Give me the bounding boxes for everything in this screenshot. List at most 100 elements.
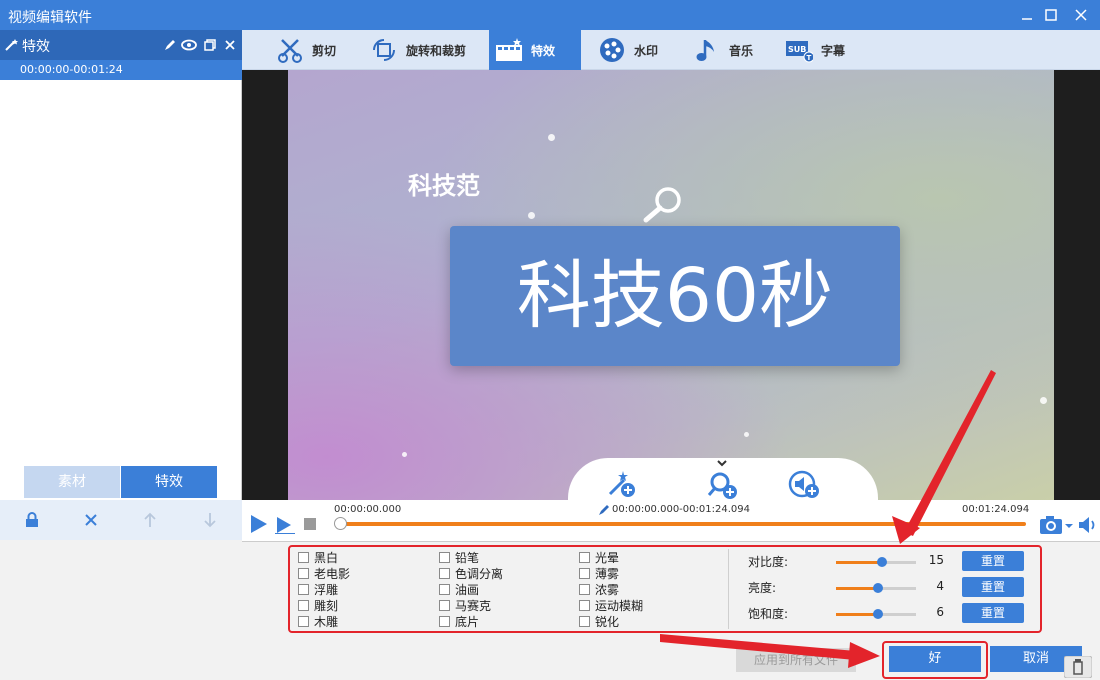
checkbox-box[interactable] [439, 551, 450, 563]
tab-cut[interactable]: 剪切 [270, 30, 342, 70]
effect-checkbox[interactable]: 光晕 [579, 549, 643, 565]
music-note-icon [693, 36, 721, 64]
delete-icon[interactable] [224, 39, 236, 51]
effect-label: 薄雾 [595, 566, 620, 581]
adjustment-slider-knob[interactable] [876, 557, 887, 567]
checkbox-box[interactable] [298, 599, 309, 611]
preview-overlay-tools [568, 458, 878, 500]
sparkle [744, 432, 749, 437]
add-effect-wand-icon[interactable] [606, 468, 638, 500]
effect-checkbox[interactable]: 黑白 [298, 549, 350, 565]
checkbox-box[interactable] [579, 599, 590, 611]
edit-icon[interactable] [164, 39, 176, 51]
effects-divider [728, 549, 729, 629]
tab-rotate-crop-label: 旋转和裁剪 [406, 43, 467, 58]
effect-label: 油画 [455, 582, 480, 597]
effect-label: 光晕 [595, 550, 620, 565]
effect-checkbox[interactable]: 薄雾 [579, 565, 643, 581]
effect-checkbox[interactable]: 油画 [439, 581, 503, 597]
checkbox-box[interactable] [579, 567, 590, 579]
tab-effects[interactable]: 特效 [121, 466, 217, 498]
effect-checkbox[interactable]: 锐化 [579, 613, 643, 629]
checkbox-box[interactable] [298, 551, 309, 563]
effect-label: 铅笔 [455, 550, 480, 565]
move-up-icon[interactable] [143, 512, 157, 528]
effect-label: 底片 [455, 614, 480, 629]
tab-subtitle[interactable]: SUB T 字幕 [779, 30, 851, 70]
snapshot-camera-icon[interactable] [1039, 515, 1073, 535]
timeline-playhead[interactable] [334, 517, 347, 530]
tab-material[interactable]: 素材 [24, 466, 120, 498]
effect-checkbox[interactable]: 马赛克 [439, 597, 503, 613]
subtitle-icon: SUB T [785, 36, 813, 64]
effects-column-1: 黑白 老电影 浮雕 雕刻 木雕 [298, 549, 350, 629]
tab-music[interactable]: 音乐 [687, 30, 759, 70]
checkbox-box[interactable] [439, 599, 450, 611]
play-selection-icon[interactable] [274, 514, 296, 534]
edit-range-icon[interactable] [598, 504, 610, 516]
checkbox-box[interactable] [298, 615, 309, 627]
reset-button[interactable]: 重置 [962, 551, 1024, 571]
ok-button[interactable]: 好 [889, 646, 981, 672]
svg-text:SUB: SUB [788, 45, 806, 54]
checkbox-box[interactable] [579, 583, 590, 595]
tab-rotate-crop[interactable]: 旋转和裁剪 [364, 30, 472, 70]
tab-cut-label: 剪切 [312, 43, 337, 58]
adjustment-slider-fill [836, 587, 878, 590]
checkbox-box[interactable] [579, 615, 590, 627]
effect-label: 老电影 [314, 566, 351, 581]
maximize-icon [1045, 9, 1057, 21]
remove-icon[interactable] [84, 513, 98, 527]
effect-checkbox[interactable]: 运动模糊 [579, 597, 643, 613]
reset-button[interactable]: 重置 [962, 577, 1024, 597]
adjustment-value: 15 [928, 553, 944, 567]
maximize-button[interactable] [1034, 0, 1068, 30]
checkbox-box[interactable] [439, 615, 450, 627]
effect-label: 运动模糊 [595, 598, 644, 613]
copy-icon[interactable] [204, 39, 216, 51]
effect-checkbox[interactable]: 老电影 [298, 565, 350, 581]
lock-icon[interactable] [25, 512, 39, 528]
play-icon[interactable] [250, 514, 268, 534]
effect-list-item[interactable]: 00:00:00-00:01:24 [0, 60, 242, 80]
effect-checkbox[interactable]: 色调分离 [439, 565, 503, 581]
tab-music-label: 音乐 [729, 43, 754, 58]
reset-button[interactable]: 重置 [962, 603, 1024, 623]
magnifier-graphic-icon [643, 187, 681, 223]
sparkle [548, 134, 555, 141]
eye-icon[interactable] [181, 39, 197, 51]
effect-checkbox[interactable]: 雕刻 [298, 597, 350, 613]
checkbox-box[interactable] [439, 567, 450, 579]
checkbox-box[interactable] [439, 583, 450, 595]
timeline-progress-track[interactable] [340, 522, 1026, 526]
checkbox-box[interactable] [298, 583, 309, 595]
add-zoom-icon[interactable] [706, 458, 740, 500]
title-bar: 视频编辑软件 [0, 0, 1100, 30]
effect-checkbox[interactable]: 浓雾 [579, 581, 643, 597]
apply-to-all-button[interactable]: 应用到所有文件 [736, 648, 856, 672]
volume-icon[interactable] [1078, 516, 1098, 534]
effect-checkbox[interactable]: 底片 [439, 613, 503, 629]
add-audio-icon[interactable] [788, 468, 822, 500]
move-down-icon[interactable] [203, 512, 217, 528]
adjustment-label: 对比度: [748, 555, 789, 569]
adjustment-slider-knob[interactable] [873, 609, 884, 619]
usb-drive-icon [1064, 656, 1092, 678]
effects-column-3: 光晕 薄雾 浓雾 运动模糊 锐化 [579, 549, 643, 629]
close-button[interactable] [1064, 0, 1098, 30]
adjustment-slider-knob[interactable] [872, 583, 883, 593]
stop-icon[interactable] [304, 518, 316, 530]
tab-watermark[interactable]: 水印 [592, 30, 664, 70]
video-brand-text: 科技范 [408, 172, 480, 200]
checkbox-box[interactable] [579, 551, 590, 563]
video-frame: 科技范 科技60秒 [288, 70, 1054, 500]
video-title-banner: 科技60秒 [450, 226, 900, 366]
tab-effects-tool[interactable]: 特效 [489, 30, 581, 70]
effect-checkbox[interactable]: 浮雕 [298, 581, 350, 597]
effect-checkbox[interactable]: 木雕 [298, 613, 350, 629]
timeline-bar: 00:00:00.000 00:00:00.000-00:01:24.094 0… [242, 500, 1100, 542]
video-preview[interactable]: 科技范 科技60秒 [242, 70, 1100, 500]
effect-checkbox[interactable]: 铅笔 [439, 549, 503, 565]
checkbox-box[interactable] [298, 567, 309, 579]
sparkle [528, 212, 535, 219]
